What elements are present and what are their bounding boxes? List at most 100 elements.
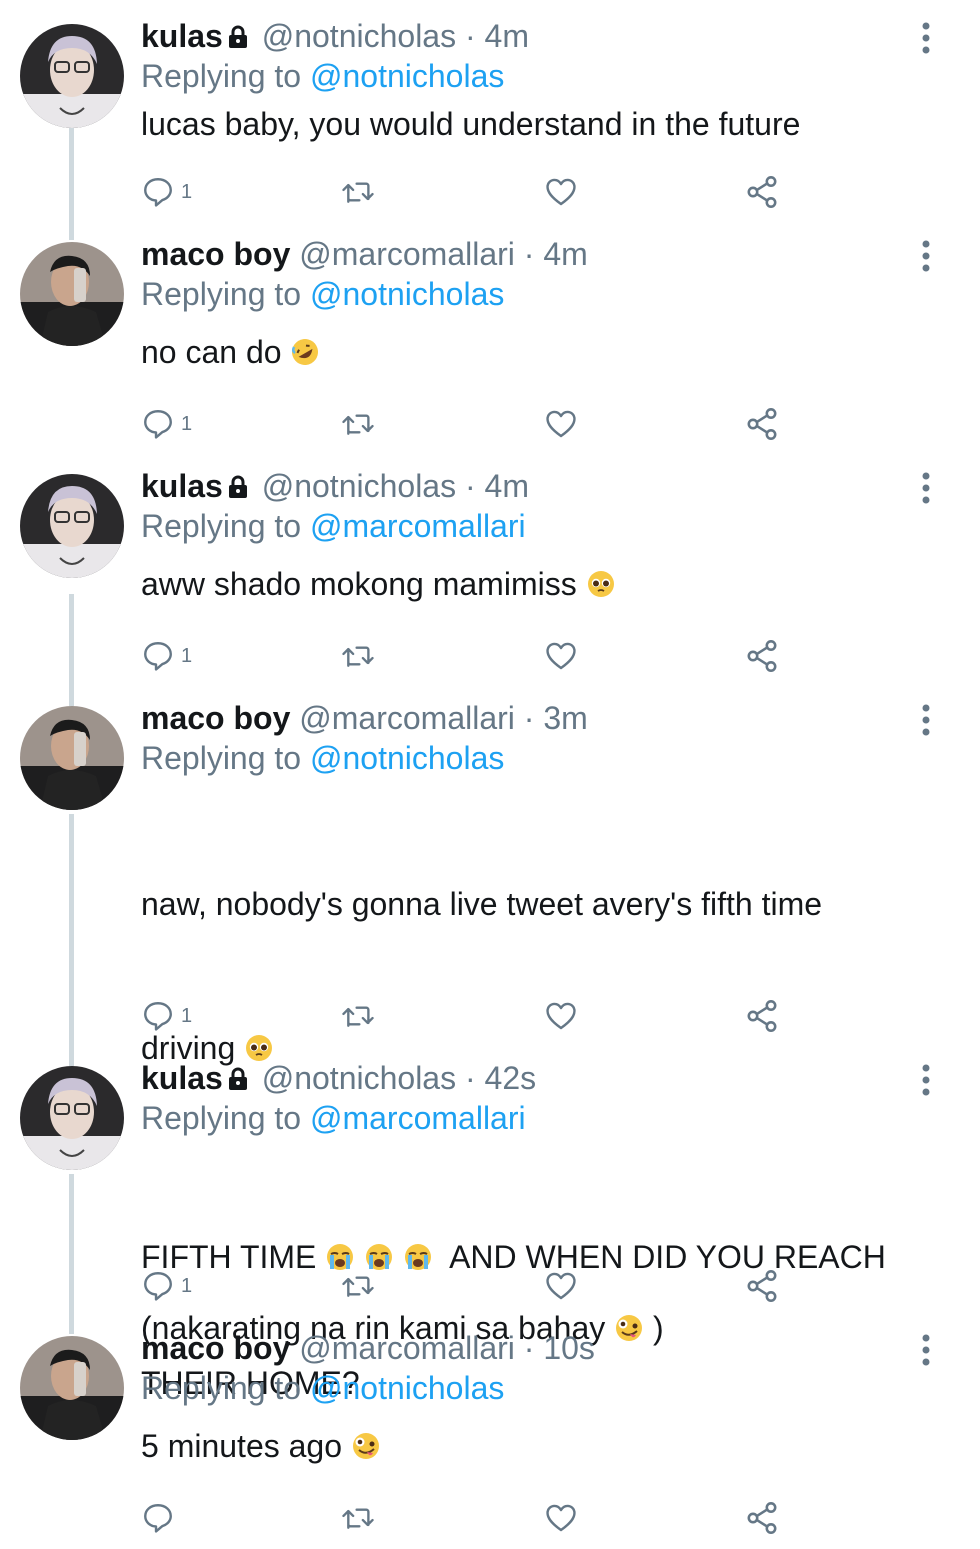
mention-link[interactable]: @marcomallari — [310, 508, 526, 544]
thread-line — [69, 1174, 74, 1334]
reply-button[interactable] — [141, 1498, 181, 1538]
replying-to: Replying to @marcomallari — [141, 506, 920, 546]
more-options-icon[interactable] — [920, 238, 932, 274]
avatar[interactable] — [20, 1336, 124, 1440]
tweet-line: no can do — [141, 334, 282, 370]
display-name[interactable]: maco boy — [141, 700, 290, 736]
timestamp[interactable]: 4m — [543, 236, 587, 272]
more-options-icon[interactable] — [920, 470, 932, 506]
like-button[interactable] — [543, 404, 579, 444]
more-options-icon[interactable] — [920, 20, 932, 56]
avatar[interactable] — [20, 474, 124, 578]
retweet-button[interactable] — [340, 172, 376, 212]
mention-link[interactable]: @notnicholas — [310, 276, 504, 312]
avatar[interactable] — [20, 706, 124, 810]
reply-button[interactable]: 1 — [141, 404, 192, 444]
reply-button[interactable]: 1 — [141, 636, 192, 676]
display-name[interactable]: maco boy — [141, 236, 290, 272]
replying-label: Replying to — [141, 740, 302, 776]
share-button[interactable] — [744, 404, 780, 444]
more-options-icon[interactable] — [920, 702, 932, 738]
timestamp[interactable]: 42s — [485, 1060, 537, 1096]
separator-dot: · — [464, 468, 476, 504]
replying-to: Replying to @notnicholas — [141, 56, 920, 96]
user-handle[interactable]: @marcomallari — [299, 700, 515, 736]
user-handle[interactable]: @notnicholas — [262, 18, 456, 54]
reply-button[interactable]: 1 — [141, 996, 192, 1036]
reply-button[interactable]: 1 — [141, 172, 192, 212]
rofl-emoji — [290, 332, 320, 365]
retweet-button[interactable] — [340, 636, 376, 676]
more-options-icon[interactable] — [920, 1062, 932, 1098]
avatar[interactable] — [20, 1066, 124, 1170]
tweet-actions: 1 — [141, 1266, 801, 1306]
timestamp[interactable]: 10s — [543, 1330, 595, 1366]
timestamp[interactable]: 3m — [543, 700, 587, 736]
mention-link[interactable]: @notnicholas — [310, 58, 504, 94]
display-name[interactable]: kulas — [141, 468, 223, 504]
zany-face-emoji — [351, 1426, 381, 1459]
heart-icon — [546, 642, 576, 670]
more-options-icon[interactable] — [920, 1332, 932, 1368]
user-handle[interactable]: @notnicholas — [262, 1060, 456, 1096]
display-name[interactable]: kulas — [141, 1060, 223, 1096]
replying-label: Replying to — [141, 276, 302, 312]
tweet-text: aww shado mokong mamimiss — [141, 560, 920, 608]
avatar[interactable] — [20, 242, 124, 346]
mention-link[interactable]: @notnicholas — [310, 740, 504, 776]
separator-dot: · — [464, 1060, 476, 1096]
share-button[interactable] — [744, 636, 780, 676]
share-button[interactable] — [744, 172, 780, 212]
like-button[interactable] — [543, 636, 579, 676]
lock-icon — [227, 1060, 249, 1100]
user-handle[interactable]: @notnicholas — [262, 468, 456, 504]
tweet-line: lucas baby, you would understand in the … — [141, 106, 801, 142]
share-button[interactable] — [744, 996, 780, 1036]
timestamp[interactable]: 4m — [485, 18, 529, 54]
retweet-icon — [342, 182, 374, 203]
retweet-button[interactable] — [340, 1266, 376, 1306]
mention-link[interactable]: @marcomallari — [310, 1100, 526, 1136]
like-button[interactable] — [543, 1266, 579, 1306]
reply-icon — [144, 410, 172, 439]
user-handle[interactable]: @marcomallari — [299, 236, 515, 272]
replying-to: Replying to @notnicholas — [141, 738, 920, 778]
replying-label: Replying to — [141, 58, 302, 94]
user-handle[interactable]: @marcomallari — [299, 1330, 515, 1366]
share-icon — [747, 1502, 777, 1534]
retweet-button[interactable] — [340, 1498, 376, 1538]
retweet-button[interactable] — [340, 404, 376, 444]
tweet-actions: 1 — [141, 636, 801, 676]
display-name[interactable]: kulas — [141, 18, 223, 54]
retweet-icon — [342, 1006, 374, 1027]
avatar[interactable] — [20, 24, 124, 128]
reply-count: 1 — [181, 180, 193, 203]
reply-button[interactable]: 1 — [141, 1266, 192, 1306]
lock-icon — [227, 18, 249, 58]
share-icon — [747, 408, 777, 440]
tweet-text: lucas baby, you would understand in the … — [141, 100, 920, 148]
reply-icon — [144, 642, 172, 671]
share-button[interactable] — [744, 1498, 780, 1538]
retweet-button[interactable] — [340, 996, 376, 1036]
share-icon — [747, 640, 777, 672]
share-button[interactable] — [744, 1266, 780, 1306]
heart-icon — [546, 1272, 576, 1300]
like-button[interactable] — [543, 996, 579, 1036]
replying-to: Replying to @notnicholas — [141, 1368, 920, 1408]
tweet-header: maco boy @marcomallari · 4m — [141, 234, 920, 274]
retweet-icon — [342, 1508, 374, 1529]
replying-to: Replying to @marcomallari — [141, 1098, 920, 1138]
like-button[interactable] — [543, 1498, 579, 1538]
tweet-actions: 1 — [141, 996, 801, 1036]
replying-label: Replying to — [141, 1370, 302, 1406]
separator-dot: · — [523, 1330, 535, 1366]
display-name[interactable]: maco boy — [141, 1330, 290, 1366]
timestamp[interactable]: 4m — [485, 468, 529, 504]
reply-icon — [144, 178, 172, 207]
thread-line — [69, 128, 74, 240]
share-icon — [747, 1270, 777, 1302]
like-button[interactable] — [543, 172, 579, 212]
heart-icon — [546, 1002, 576, 1030]
mention-link[interactable]: @notnicholas — [310, 1370, 504, 1406]
